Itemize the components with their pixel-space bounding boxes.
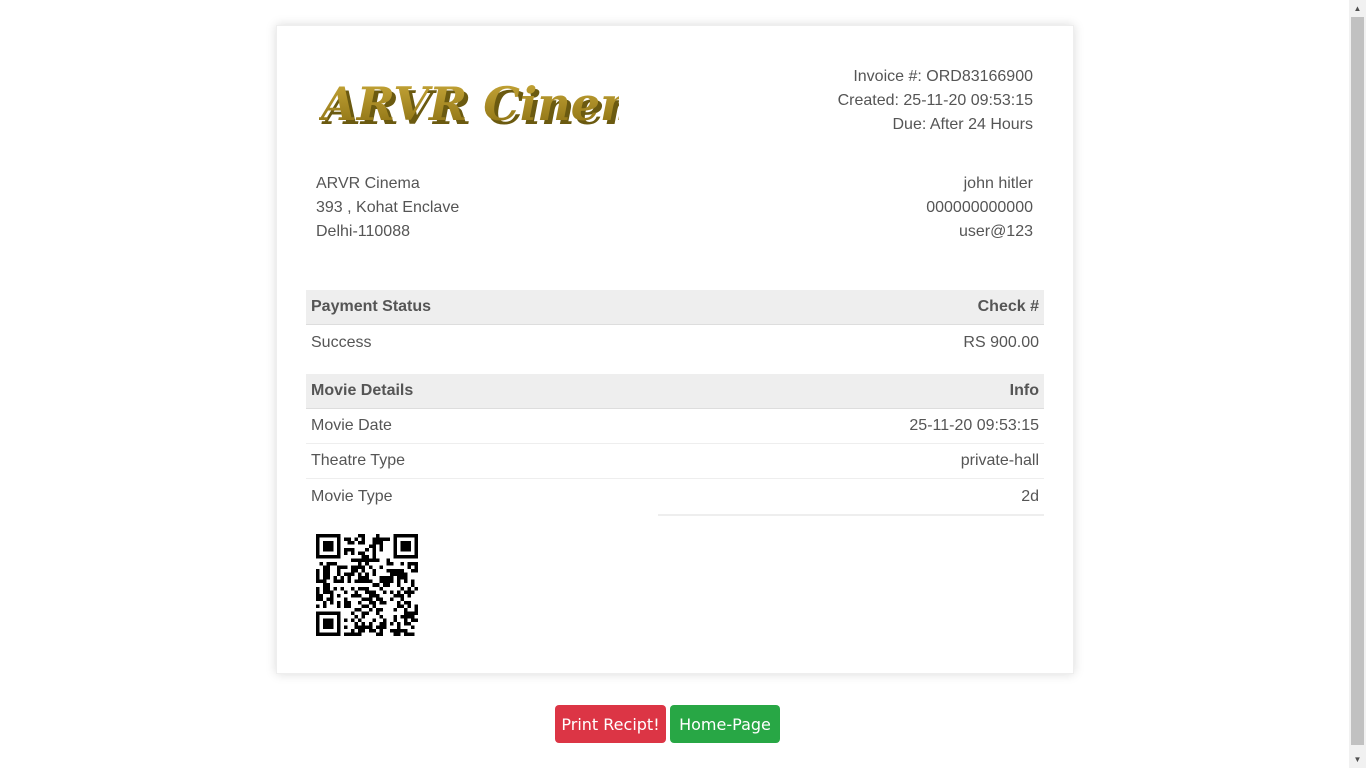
company-info: ARVR Cinema 393 , Kohat Enclave Delhi-11… [316, 172, 459, 244]
payment-table: Payment Status Check # Success RS 900.00 [306, 290, 1044, 360]
invoice-meta: Invoice #: ORD83166900 Created: 25-11-20… [838, 65, 1033, 137]
customer-username: user@123 [958, 223, 1033, 240]
company-name: ARVR Cinema [316, 175, 420, 192]
movie-type-label: Movie Type [311, 487, 393, 505]
movie-details-heading: Movie Details [311, 382, 414, 399]
movie-date-label: Movie Date [311, 417, 392, 434]
theatre-type-value: private-hall [960, 452, 1039, 469]
scroll-down-icon[interactable]: ▼ [1349, 751, 1366, 768]
payment-amount: RS 900.00 [963, 333, 1039, 351]
company-city: Delhi-110088 [316, 223, 410, 240]
customer-phone: 000000000000 [926, 199, 1033, 216]
invoice-due: Due: After 24 Hours [892, 116, 1033, 133]
movie-date-value: 25-11-20 09:53:15 [909, 417, 1039, 434]
invoice-created: Created: 25-11-20 09:53:15 [837, 92, 1033, 109]
payment-status: Success [311, 333, 372, 351]
cinema-logo: ARVR Cinema ARVR Cinema [319, 77, 619, 134]
payment-row: Success RS 900.00 [306, 325, 1044, 360]
page: ARVR Cinema ARVR Cinema Invoice #: ORD83… [0, 0, 1349, 768]
company-address: 393 , Kohat Enclave [316, 199, 460, 216]
invoice-number: Invoice #: ORD83166900 [853, 68, 1033, 85]
invoice-box: ARVR Cinema ARVR Cinema Invoice #: ORD83… [276, 25, 1074, 674]
scroll-up-icon[interactable]: ▲ [1349, 0, 1366, 17]
print-receipt-button[interactable]: Print Recipt! [555, 705, 666, 743]
movie-table: Movie Details Info Movie Date 25-11-20 0… [306, 374, 1044, 516]
scroll-thumb[interactable] [1351, 17, 1364, 745]
table-row: Movie Type 2d [306, 479, 1044, 514]
customer-name: john hitler [963, 175, 1033, 192]
check-heading: Check # [977, 298, 1039, 315]
payment-status-heading: Payment Status [311, 298, 432, 315]
total-divider [658, 514, 1044, 516]
svg-text:ARVR Cinema: ARVR Cinema [319, 77, 619, 131]
qr-code-icon [316, 534, 418, 636]
table-row: Theatre Type private-hall [306, 444, 1044, 479]
customer-info: john hitler 000000000000 user@123 [926, 172, 1033, 244]
movie-header-row: Movie Details Info [306, 374, 1044, 409]
info-heading: Info [1009, 382, 1039, 399]
home-page-button[interactable]: Home-Page [670, 705, 780, 743]
vertical-scrollbar[interactable]: ▲ ▼ [1349, 0, 1366, 768]
table-row: Movie Date 25-11-20 09:53:15 [306, 409, 1044, 444]
movie-type-value: 2d [1021, 487, 1039, 505]
payment-header-row: Payment Status Check # [306, 290, 1044, 325]
theatre-type-label: Theatre Type [311, 452, 405, 469]
